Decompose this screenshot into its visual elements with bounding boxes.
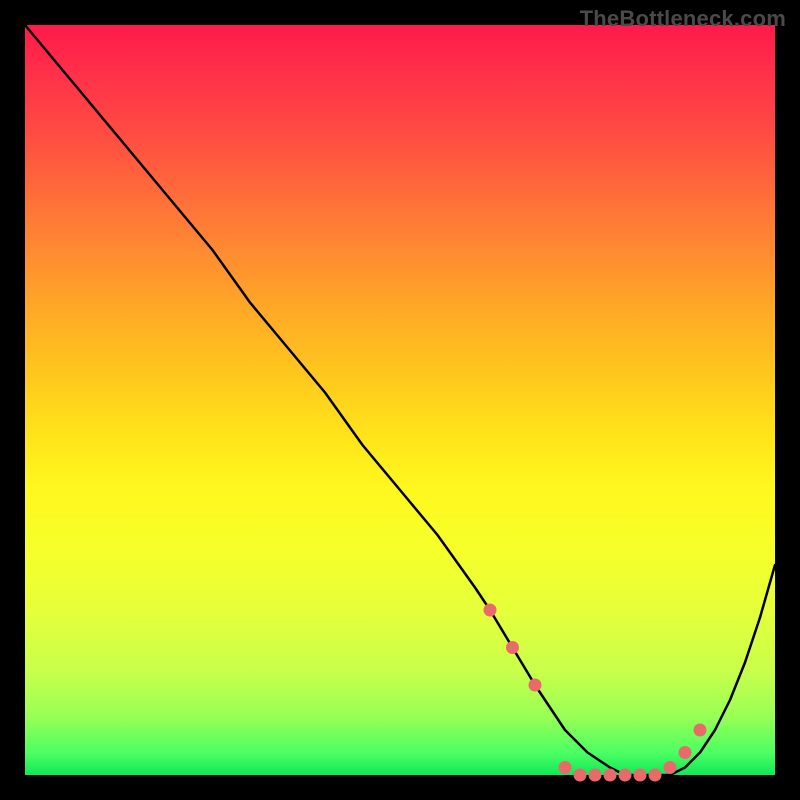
watermark-text: TheBottleneck.com	[580, 6, 786, 32]
highlight-dot	[484, 604, 497, 617]
highlight-dot	[589, 769, 602, 782]
chart-frame: TheBottleneck.com	[0, 0, 800, 800]
highlight-dot	[694, 724, 707, 737]
highlight-dot	[634, 769, 647, 782]
highlight-dot	[649, 769, 662, 782]
highlight-dot	[559, 761, 572, 774]
highlight-dot	[574, 769, 587, 782]
highlight-dot	[679, 746, 692, 759]
highlight-dot	[506, 641, 519, 654]
highlight-dot	[619, 769, 632, 782]
bottleneck-curve	[25, 25, 775, 775]
highlight-dot	[529, 679, 542, 692]
curve-svg	[25, 25, 775, 775]
highlight-dot	[664, 761, 677, 774]
highlight-dot	[604, 769, 617, 782]
plot-area	[25, 25, 775, 775]
highlight-dots-group	[484, 604, 707, 782]
